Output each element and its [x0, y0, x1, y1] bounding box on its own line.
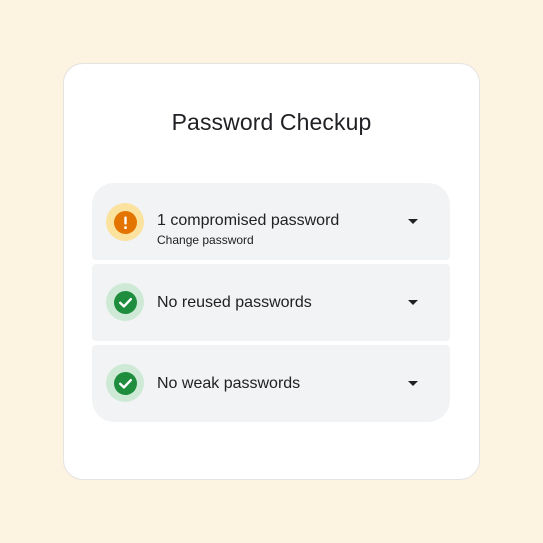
change-password-link[interactable]: Change password: [157, 233, 254, 247]
checkup-item-compromised[interactable]: 1 compromised password Change password: [92, 183, 450, 260]
checkup-item-reused[interactable]: No reused passwords: [92, 264, 450, 341]
check-badge: [106, 364, 144, 402]
checkup-list: 1 compromised password Change password N…: [92, 183, 450, 422]
chevron-down-icon[interactable]: [408, 300, 418, 305]
chevron-down-icon[interactable]: [408, 219, 418, 224]
checkup-item-weak[interactable]: No weak passwords: [92, 345, 450, 422]
warning-icon: [113, 210, 137, 234]
check-badge: [106, 283, 144, 321]
checkup-item-label: No reused passwords: [157, 294, 312, 311]
check-icon: [113, 371, 137, 395]
chevron-down-icon[interactable]: [408, 381, 418, 386]
warning-badge: [106, 203, 144, 241]
check-icon: [113, 290, 137, 314]
page-title: Password Checkup: [171, 109, 372, 135]
checkup-item-label: 1 compromised password: [157, 212, 340, 229]
checkup-item-label: No weak passwords: [157, 375, 301, 392]
